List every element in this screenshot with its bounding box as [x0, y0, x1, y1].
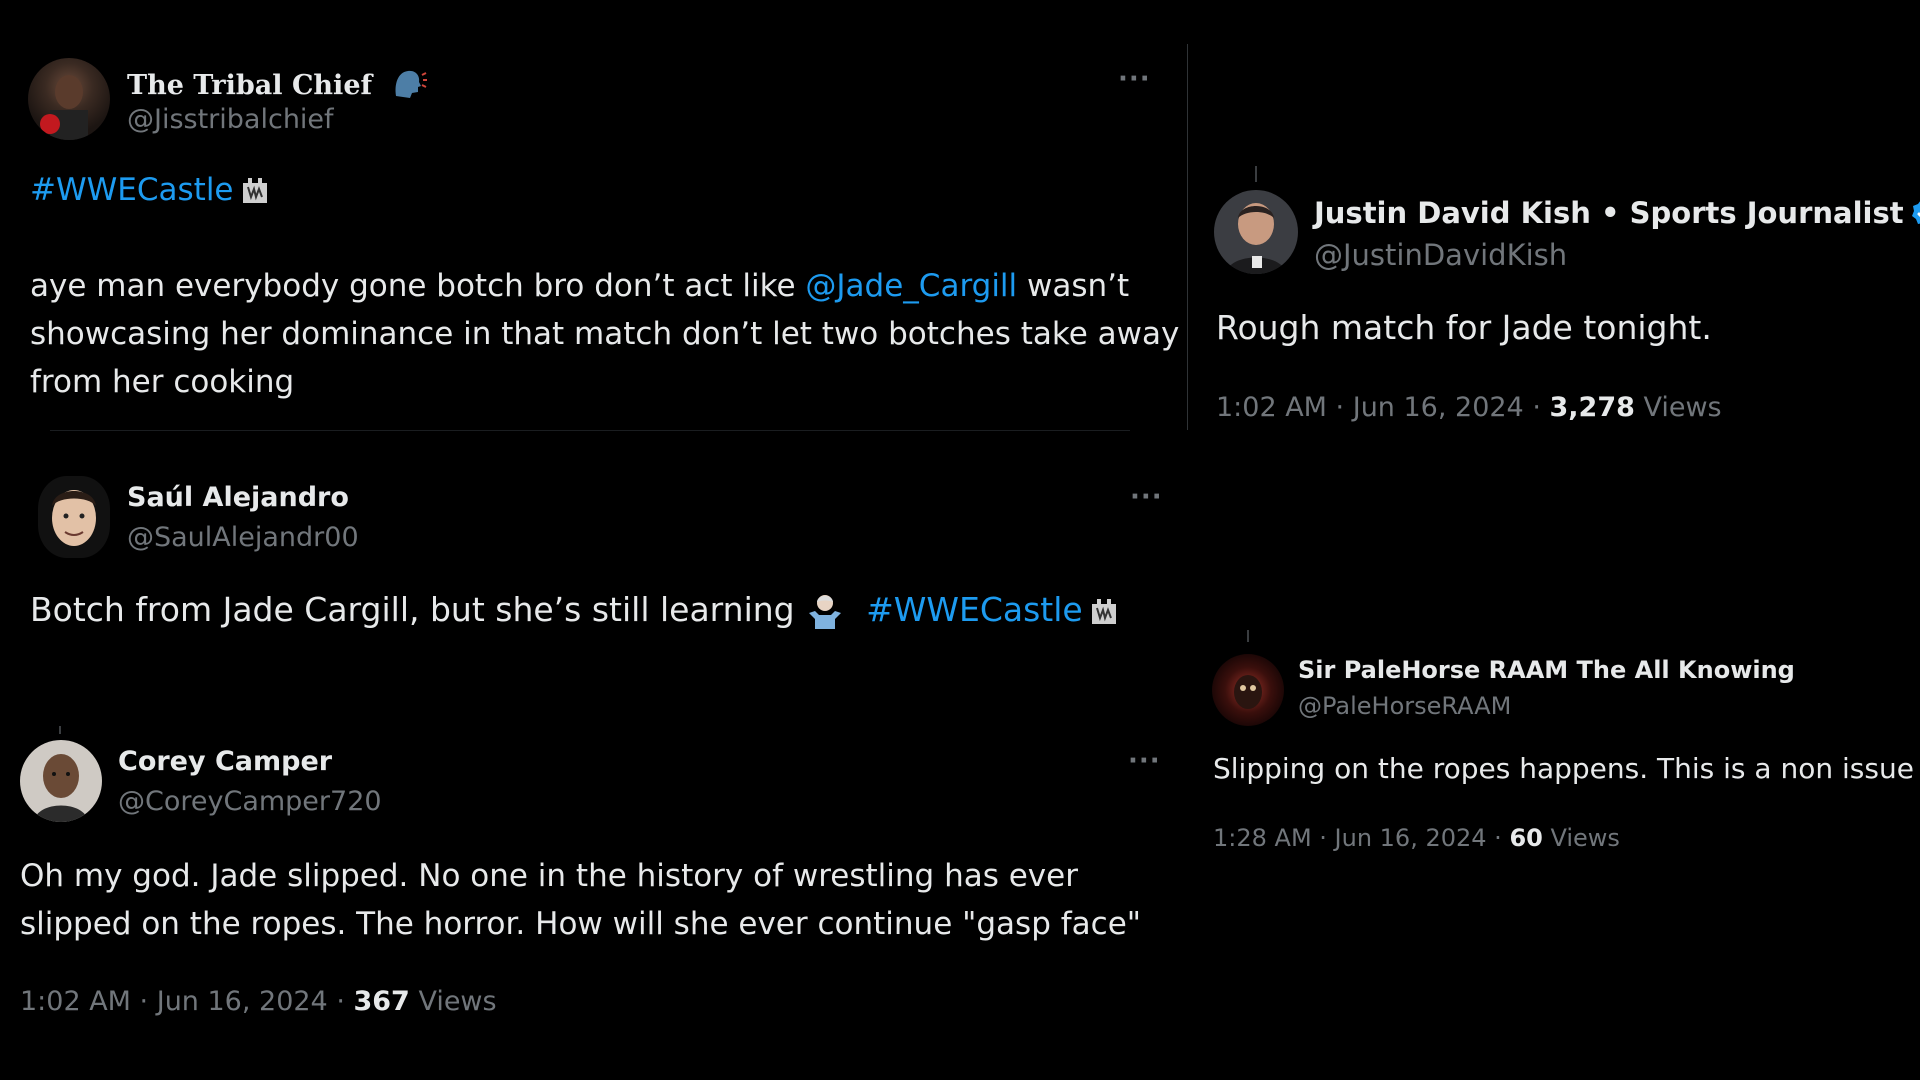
view-count: 367 — [353, 986, 410, 1017]
timestamp[interactable]: 1:02 AM · Jun 16, 2024 · — [20, 986, 353, 1017]
tweet-hashtag-line: #WWECastle — [30, 172, 270, 208]
avatar-corey-camper[interactable] — [20, 740, 102, 822]
tweet-text-line-1: aye man everybody gone botch bro don’t a… — [30, 268, 1129, 304]
divider — [50, 430, 1130, 431]
tweet-text-line-1: Slipping on the ropes happens. This is a… — [1213, 752, 1914, 785]
more-options-icon[interactable]: ··· — [1130, 482, 1163, 512]
more-options-icon[interactable]: ··· — [1128, 746, 1161, 776]
verified-badge-icon — [1911, 200, 1920, 224]
display-name[interactable]: Justin David Kish • Sports Journalist — [1314, 196, 1920, 230]
tweet-text-line-3: from her cooking — [30, 364, 295, 400]
speaking-head-icon — [395, 70, 427, 98]
display-name[interactable]: Corey Camper — [118, 746, 332, 777]
tweet-meta: 1:28 AM · Jun 16, 2024 · 60 Views — [1213, 824, 1620, 852]
mention-link[interactable]: @Jade_Cargill — [805, 268, 1017, 304]
tweet-meta: 1:02 AM · Jun 16, 2024 · 367 Views — [20, 986, 497, 1017]
avatar-image — [40, 75, 88, 140]
tweet-text: aye man everybody gone botch bro don’t a… — [30, 268, 806, 304]
display-name[interactable]: Sir PaleHorse RAAM The All Knowing — [1298, 656, 1795, 684]
avatar-image — [52, 490, 96, 546]
avatar-palehorse-raam[interactable] — [1212, 654, 1284, 726]
views-label: Views — [1542, 824, 1620, 852]
thread-connector — [1255, 166, 1257, 182]
views-label: Views — [409, 986, 497, 1017]
handle[interactable]: @CoreyCamper720 — [118, 786, 382, 817]
castle-icon — [1091, 599, 1116, 624]
castle-icon — [242, 178, 267, 203]
thread-connector — [1247, 630, 1249, 642]
column-divider — [1187, 44, 1188, 430]
view-count: 60 — [1509, 824, 1543, 852]
tweet-text-line-2: showcasing her dominance in that match d… — [30, 316, 1180, 352]
view-count: 3,278 — [1549, 392, 1635, 423]
avatar-saul-alejandro[interactable] — [38, 476, 110, 558]
tweet-text-line-1: Oh my god. Jade slipped. No one in the h… — [20, 858, 1078, 894]
timestamp[interactable]: 1:02 AM · Jun 16, 2024 · — [1216, 392, 1549, 423]
tweet-text-line-2: slipped on the ropes. The horror. How wi… — [20, 906, 1142, 942]
avatar-image — [1234, 675, 1262, 709]
avatar-justin-david-kish[interactable] — [1214, 190, 1298, 274]
tweet-text-line-1: Botch from Jade Cargill, but she’s still… — [30, 590, 1119, 631]
tweet-text: wasn’t — [1017, 268, 1130, 304]
hashtag-link[interactable]: #WWECastle — [30, 172, 234, 208]
person-shrugging-icon — [809, 595, 842, 629]
handle[interactable]: @JustinDavidKish — [1314, 238, 1567, 272]
avatar-tribal-chief[interactable] — [28, 58, 110, 140]
handle[interactable]: @SaulAlejandr00 — [127, 522, 359, 553]
display-name-text[interactable]: The Tribal Chief — [127, 70, 372, 101]
handle[interactable]: @PaleHorseRAAM — [1298, 692, 1511, 720]
avatar-image — [34, 754, 88, 822]
hashtag-link[interactable]: #WWECastle — [866, 590, 1083, 629]
timestamp[interactable]: 1:28 AM · Jun 16, 2024 · — [1213, 824, 1509, 852]
tweet-meta: 1:02 AM · Jun 16, 2024 · 3,278 Views — [1216, 392, 1722, 423]
display-name[interactable]: Saúl Alejandro — [127, 482, 349, 513]
avatar-image — [1226, 203, 1286, 274]
handle[interactable]: @Jisstribalchief — [127, 104, 334, 135]
views-label: Views — [1634, 392, 1722, 423]
display-name[interactable]: The Tribal Chief — [127, 66, 428, 101]
tweet-text-line-1: Rough match for Jade tonight. — [1216, 308, 1712, 347]
more-options-icon[interactable]: ··· — [1118, 64, 1151, 94]
display-name-text[interactable]: Justin David Kish • Sports Journalist — [1314, 196, 1904, 230]
tweet-text: Botch from Jade Cargill, but she’s still… — [30, 590, 795, 629]
thread-connector — [59, 726, 61, 734]
